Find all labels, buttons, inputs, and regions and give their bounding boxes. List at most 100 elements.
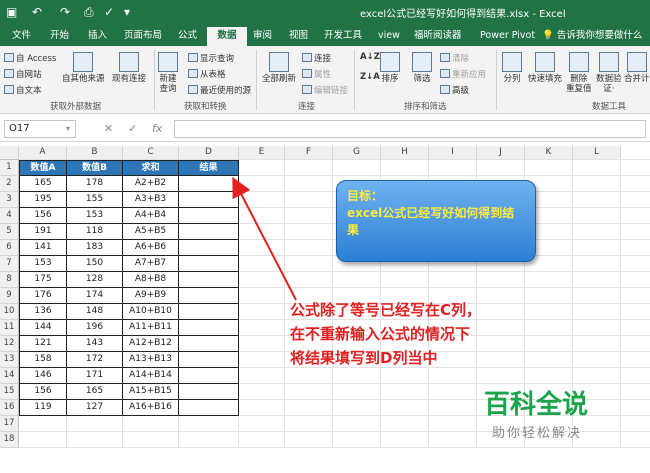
table-header-cell[interactable]: 数值B [67,160,123,176]
table-cell[interactable] [179,256,239,272]
row-header[interactable]: 16 [0,400,19,416]
row-header[interactable]: 12 [0,336,19,352]
tab-file[interactable]: 文件 [6,27,37,46]
tab-page-layout[interactable]: 页面布局 [118,27,168,46]
select-all-corner[interactable] [0,146,19,160]
tab-formulas[interactable]: 公式 [172,27,203,46]
from-text-button[interactable]: 自文本 [4,84,42,96]
advanced-filter-button[interactable]: 高级 [440,84,469,96]
properties-button[interactable]: 属性 [302,68,331,80]
table-cell[interactable] [179,320,239,336]
redo-icon[interactable]: ↷ [60,4,70,20]
table-cell[interactable]: 144 [19,320,67,336]
tab-review[interactable]: 审阅 [247,27,278,46]
column-header[interactable]: K [525,146,573,160]
table-header-cell[interactable]: 数值A [19,160,67,176]
column-header[interactable]: C [123,146,179,160]
table-cell[interactable]: A14+B14 [123,368,179,384]
sort-button[interactable]: 排序 [380,52,400,84]
from-access-button[interactable]: 自 Access [4,52,56,64]
tab-insert[interactable]: 插入 [82,27,113,46]
column-header[interactable]: F [285,146,333,160]
table-cell[interactable]: 143 [67,336,123,352]
data-validation-button[interactable]: 数据验 证· [596,52,622,94]
tab-view[interactable]: 视图 [283,27,314,46]
name-box-dropdown-icon[interactable]: ▾ [66,124,70,133]
flash-fill-button[interactable]: 快速填充 [528,52,562,84]
table-cell[interactable]: A13+B13 [123,352,179,368]
existing-connections-button[interactable]: 现有连接 [112,52,146,84]
table-cell[interactable]: 128 [67,272,123,288]
tab-home[interactable]: 开始 [44,27,75,46]
refresh-all-button[interactable]: 全部刷新 [262,52,296,84]
table-cell[interactable] [179,288,239,304]
tab-data[interactable]: 数据 [207,27,247,46]
cancel-icon[interactable]: ✕ [104,122,113,135]
table-cell[interactable]: A10+B10 [123,304,179,320]
show-queries-button[interactable]: 显示查询 [188,52,234,64]
table-cell[interactable] [179,272,239,288]
table-cell[interactable]: A8+B8 [123,272,179,288]
new-query-button[interactable]: 新建 查询 [158,52,178,94]
row-header[interactable]: 15 [0,384,19,400]
column-header[interactable]: B [67,146,123,160]
column-header[interactable]: J [477,146,525,160]
table-cell[interactable]: 165 [19,176,67,192]
tab-foxit[interactable]: 福昕阅读器 [408,27,468,46]
row-header[interactable]: 8 [0,272,19,288]
tab-view-en[interactable]: view [372,27,406,46]
table-cell[interactable]: 146 [19,368,67,384]
table-cell[interactable]: 175 [19,272,67,288]
table-cell[interactable]: 196 [67,320,123,336]
reapply-button[interactable]: 重新应用 [440,68,486,80]
row-header[interactable]: 1 [0,160,19,176]
table-cell[interactable]: A6+B6 [123,240,179,256]
tell-me-search[interactable]: 💡 告诉我你想要做什么 [536,27,648,46]
table-cell[interactable]: 155 [67,192,123,208]
table-cell[interactable] [179,336,239,352]
table-cell[interactable] [179,352,239,368]
formula-input[interactable] [174,120,646,138]
print-preview-icon[interactable]: ⎙ [84,4,94,20]
text-to-columns-button[interactable]: 分列 [502,52,522,84]
table-header-cell[interactable]: 求和 [123,160,179,176]
from-web-button[interactable]: 自网站 [4,68,42,80]
table-cell[interactable]: 195 [19,192,67,208]
table-cell[interactable]: 141 [19,240,67,256]
customize-icon[interactable]: ▾ [124,4,130,20]
table-cell[interactable] [179,368,239,384]
edit-links-button[interactable]: 编辑链接 [302,84,348,96]
remove-duplicates-button[interactable]: 删除 重复值 [566,52,592,94]
column-header[interactable]: G [333,146,381,160]
tab-developer[interactable]: 开发工具 [318,27,368,46]
table-cell[interactable] [179,400,239,416]
row-header[interactable]: 4 [0,208,19,224]
table-cell[interactable] [179,224,239,240]
table-cell[interactable]: 150 [67,256,123,272]
row-header[interactable]: 6 [0,240,19,256]
row-header[interactable]: 5 [0,224,19,240]
table-cell[interactable]: 165 [67,384,123,400]
table-cell[interactable]: A2+B2 [123,176,179,192]
enter-icon[interactable]: ✓ [128,122,137,135]
row-header[interactable]: 14 [0,368,19,384]
from-other-sources-button[interactable]: 自其他来源 [62,52,105,84]
table-cell[interactable]: 171 [67,368,123,384]
row-header[interactable]: 10 [0,304,19,320]
table-cell[interactable] [179,384,239,400]
table-cell[interactable]: 158 [19,352,67,368]
from-table-button[interactable]: 从表格 [188,68,226,80]
row-header[interactable]: 13 [0,352,19,368]
table-cell[interactable]: 127 [67,400,123,416]
column-header[interactable]: L [573,146,621,160]
table-cell[interactable]: 136 [19,304,67,320]
table-cell[interactable]: A12+B12 [123,336,179,352]
table-cell[interactable]: A3+B3 [123,192,179,208]
table-header-cell[interactable]: 结果 [179,160,239,176]
table-cell[interactable]: 119 [19,400,67,416]
table-cell[interactable]: 148 [67,304,123,320]
sort-az-button[interactable]: A↓Z [360,52,380,62]
table-cell[interactable]: 176 [19,288,67,304]
filter-button[interactable]: 筛选 [412,52,432,84]
row-header[interactable]: 9 [0,288,19,304]
